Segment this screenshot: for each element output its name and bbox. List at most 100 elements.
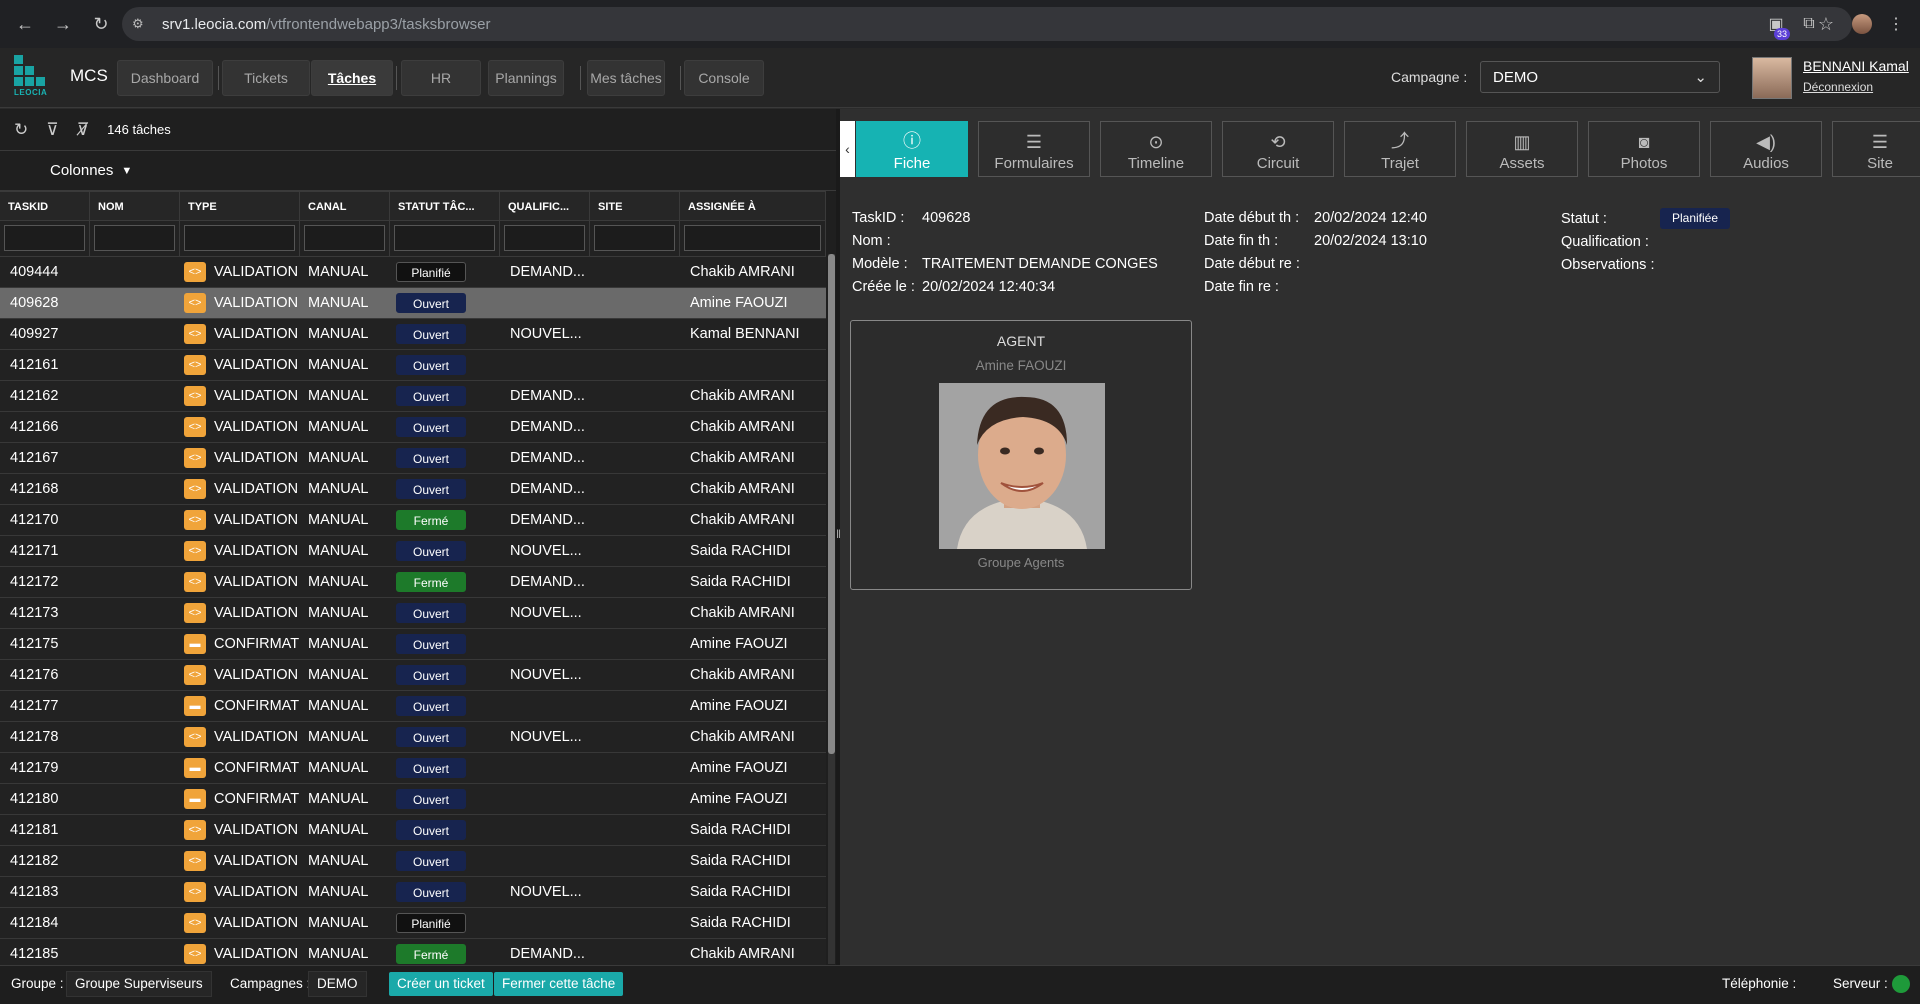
column-filter-input[interactable] <box>680 221 826 256</box>
circuit-icon: ⟲ <box>1270 132 1286 152</box>
type-cell: <> VALIDATION <box>180 851 306 871</box>
status-badge: Ouvert <box>396 851 466 871</box>
assignee-cell: Saida RACHIDI <box>690 853 791 869</box>
profile-avatar[interactable] <box>1846 8 1878 40</box>
tab-formulaires[interactable]: ☰ Formulaires <box>978 121 1090 177</box>
column-header[interactable]: TASKID <box>0 192 90 220</box>
column-header[interactable]: CANAL <box>300 192 390 220</box>
back-icon[interactable]: ← <box>8 7 42 41</box>
column-header[interactable]: NOM <box>90 192 180 220</box>
table-row[interactable]: 409927 <> VALIDATION MANUAL Ouvert NOUVEL... K… <box>0 319 826 350</box>
create-ticket-button[interactable]: Créer un ticket <box>389 972 493 996</box>
tab-assets[interactable]: ▥ Assets <box>1466 121 1578 177</box>
table-row[interactable]: 412173 <> VALIDATION MANUAL Ouvert NOUVEL... C… <box>0 598 826 629</box>
menu-hr[interactable]: HR <box>401 60 481 96</box>
table-row[interactable]: 412181 <> VALIDATION MANUAL Ouvert Saida RACH… <box>0 815 826 846</box>
campaign-label: Campagne : <box>1391 69 1468 85</box>
table-row[interactable]: 412184 <> VALIDATION MANUAL Planifié Saida RA… <box>0 908 826 939</box>
canal-cell: MANUAL <box>308 884 369 900</box>
user-name-link[interactable]: BENNANI Kamal <box>1803 58 1909 74</box>
table-row[interactable]: 412172 <> VALIDATION MANUAL Fermé DEMAND... Sa… <box>0 567 826 598</box>
menu-dashboard[interactable]: Dashboard <box>117 60 213 96</box>
tab-circuit[interactable]: ⟲ Circuit <box>1222 121 1334 177</box>
table-row[interactable]: 412180 ▬ CONFIRMAT MANUAL Ouvert Amine FAOUZI <box>0 784 826 815</box>
type-label: VALIDATION <box>214 821 299 838</box>
column-filter-input[interactable] <box>0 221 90 256</box>
tab-photos[interactable]: ◙ Photos <box>1588 121 1700 177</box>
forward-icon[interactable]: → <box>46 7 80 41</box>
statut-cell: Ouvert <box>390 665 500 685</box>
menu-mes-taches[interactable]: Mes tâches <box>587 60 665 96</box>
scrollbar[interactable] <box>828 254 835 964</box>
table-row[interactable]: 412167 <> VALIDATION MANUAL Ouvert DEMAND... C… <box>0 443 826 474</box>
leocia-logo[interactable]: LEOCIA <box>14 55 54 101</box>
column-header[interactable]: TYPE <box>180 192 300 220</box>
reload-icon[interactable]: ↻ <box>84 7 118 41</box>
column-filter-input[interactable] <box>390 221 500 256</box>
menu-plannings[interactable]: Plannings <box>488 60 564 96</box>
address-bar[interactable]: ⚙ srv1.leocia.com/vtfrontendwebapp3/task… <box>122 7 1852 41</box>
type-label: VALIDATION <box>214 573 299 590</box>
table-row[interactable]: 412175 ▬ CONFIRMAT MANUAL Ouvert Amine FAOUZI <box>0 629 826 660</box>
table-row[interactable]: 412178 <> VALIDATION MANUAL Ouvert NOUVEL... C… <box>0 722 826 753</box>
logout-link[interactable]: Déconnexion <box>1803 80 1873 94</box>
tabs-scroll-left-icon[interactable]: ‹ <box>840 121 855 177</box>
column-header[interactable]: ASSIGNÉE À <box>680 192 826 220</box>
table-row[interactable]: 409628 <> VALIDATION MANUAL Ouvert Amine FAOU… <box>0 288 826 319</box>
column-header[interactable]: STATUT TÂC... <box>390 192 500 220</box>
fin-re-label: Date fin re : <box>1204 279 1279 295</box>
table-row[interactable]: 412161 <> VALIDATION MANUAL Ouvert <box>0 350 826 381</box>
column-filter-input[interactable] <box>180 221 300 256</box>
menu-taches[interactable]: Tâches <box>311 60 393 96</box>
tab-audios[interactable]: ◀) Audios <box>1710 121 1822 177</box>
table-row[interactable]: 412176 <> VALIDATION MANUAL Ouvert NOUVEL... C… <box>0 660 826 691</box>
column-header[interactable]: QUALIFIC... <box>500 192 590 220</box>
chat-bubble-icon: ▬ <box>184 634 206 654</box>
column-filter-input[interactable] <box>300 221 390 256</box>
table-row[interactable]: 412185 <> VALIDATION MANUAL Fermé DEMAND... Ch… <box>0 939 826 965</box>
assignee-cell: Saida RACHIDI <box>690 884 791 900</box>
column-filter-input[interactable] <box>90 221 180 256</box>
table-row[interactable]: 412171 <> VALIDATION MANUAL Ouvert NOUVEL... S… <box>0 536 826 567</box>
table-row[interactable]: 412168 <> VALIDATION MANUAL Ouvert DEMAND... C… <box>0 474 826 505</box>
tab-timeline[interactable]: ⊙ Timeline <box>1100 121 1212 177</box>
route-icon: ⤴ <box>1391 131 1409 151</box>
table-row[interactable]: 412182 <> VALIDATION MANUAL Ouvert Saida RACH… <box>0 846 826 877</box>
column-filter-input[interactable] <box>500 221 590 256</box>
statut-badge: Planifiée <box>1660 208 1730 229</box>
statut-cell: Ouvert <box>390 386 500 406</box>
canal-cell: MANUAL <box>308 605 369 621</box>
type-cell: <> VALIDATION <box>180 603 306 623</box>
table-row[interactable]: 409444 <> VALIDATION MANUAL Planifié DEMAND..… <box>0 257 826 288</box>
campaign-value: DEMO <box>1493 69 1538 86</box>
table-row[interactable]: 412170 <> VALIDATION MANUAL Fermé DEMAND... Ch… <box>0 505 826 536</box>
tab-trajet[interactable]: ⤴ Trajet <box>1344 121 1456 177</box>
status-badge: Ouvert <box>396 293 466 313</box>
campaign-select[interactable]: DEMO ⌄ <box>1480 61 1720 93</box>
menu-console[interactable]: Console <box>684 60 764 96</box>
close-task-button[interactable]: Fermer cette tâche <box>494 972 624 996</box>
table-row[interactable]: 412162 <> VALIDATION MANUAL Ouvert DEMAND... C… <box>0 381 826 412</box>
table-row[interactable]: 412166 <> VALIDATION MANUAL Ouvert DEMAND... C… <box>0 412 826 443</box>
tab-fiche[interactable]: ⓘ Fiche <box>856 121 968 177</box>
taskid-cell: 409628 <box>10 295 59 311</box>
extensions-puzzle-icon[interactable]: ⧉ <box>1793 8 1825 40</box>
table-row[interactable]: 412177 ▬ CONFIRMAT MANUAL Ouvert Amine FAOUZI <box>0 691 826 722</box>
user-avatar <box>1752 57 1792 99</box>
taskid-cell: 412170 <box>10 512 59 528</box>
table-row[interactable]: 412183 <> VALIDATION MANUAL Ouvert NOUVEL... S… <box>0 877 826 908</box>
type-label: VALIDATION <box>214 604 299 621</box>
tab-site[interactable]: ☰ Site <box>1832 121 1920 177</box>
column-header[interactable]: SITE <box>590 192 680 220</box>
filter-icon[interactable]: ⊽ <box>46 120 58 140</box>
column-filter-input[interactable] <box>590 221 680 256</box>
browser-menu-icon[interactable]: ⋮ <box>1880 8 1912 40</box>
clear-filter-icon[interactable]: ⊽̸ <box>77 120 89 140</box>
refresh-icon[interactable]: ↻ <box>14 120 28 140</box>
menu-tickets[interactable]: Tickets <box>222 60 310 96</box>
columns-button[interactable]: Colonnes ▼ <box>0 151 836 191</box>
extension-icon[interactable]: ▣ 33 <box>1760 8 1792 40</box>
statut-cell: Planifié <box>390 913 500 933</box>
table-row[interactable]: 412179 ▬ CONFIRMAT MANUAL Ouvert Amine FAOUZI <box>0 753 826 784</box>
site-settings-icon[interactable]: ⚙ <box>132 16 154 32</box>
